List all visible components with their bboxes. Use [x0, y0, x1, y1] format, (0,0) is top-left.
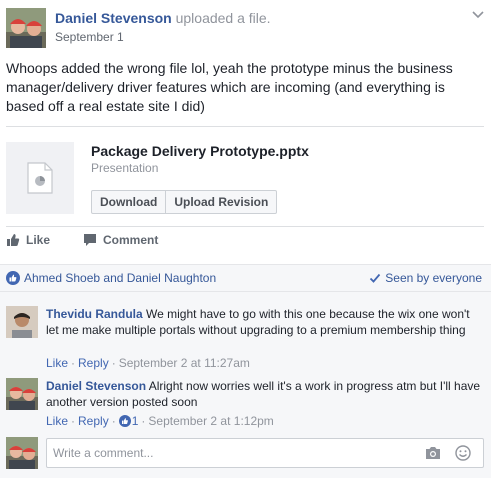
attachment-button-group: Download Upload Revision — [91, 190, 278, 214]
presentation-file-icon — [27, 162, 53, 194]
post-options-button[interactable] — [470, 6, 486, 22]
reaction-count: 1 — [131, 414, 139, 428]
comment-text: Thevidu Randula We might have to go with… — [46, 306, 482, 338]
avatar[interactable] — [6, 306, 38, 338]
post-actions: Like Comment — [6, 233, 484, 253]
post-message: Whoops added the wrong file lol, yeah th… — [6, 60, 453, 114]
avatar-photo-icon — [6, 378, 38, 410]
divider — [6, 226, 484, 227]
thumbs-up-icon — [7, 234, 20, 246]
avatar[interactable] — [6, 437, 38, 469]
comment-timestamp[interactable]: September 2 at 1:12pm — [148, 414, 273, 428]
comment-composer — [46, 438, 484, 468]
download-button[interactable]: Download — [91, 190, 167, 214]
separator: · — [71, 356, 76, 370]
comment-reply-link[interactable]: Reply — [78, 356, 109, 370]
comment-like-link[interactable]: Like — [46, 356, 68, 370]
feedback-bar: Ahmed Shoeb and Daniel Naughton Seen by … — [0, 264, 491, 292]
avatar-photo-icon — [6, 8, 46, 48]
like-reaction-icon — [118, 415, 131, 427]
comment-author[interactable]: Thevidu Randula — [46, 307, 143, 321]
separator: · — [111, 414, 116, 428]
likers-summary[interactable]: Ahmed Shoeb and Daniel Naughton — [6, 271, 216, 285]
file-attachment: Package Delivery Prototype.pptx Presenta… — [6, 141, 484, 217]
comment-button[interactable]: Comment — [83, 233, 158, 247]
seen-indicator[interactable]: Seen by everyone — [369, 271, 482, 285]
avatar[interactable] — [6, 378, 38, 410]
chevron-down-icon — [472, 11, 484, 19]
comment-input[interactable] — [53, 444, 413, 462]
comment-meta: Like · Reply · September 2 at 11:27am — [46, 356, 250, 370]
divider — [6, 126, 484, 127]
file-name[interactable]: Package Delivery Prototype.pptx — [91, 143, 309, 159]
comment-bubble-icon — [84, 234, 96, 246]
avatar-photo-icon — [6, 306, 38, 338]
avatar-photo-icon — [6, 437, 38, 469]
post-author-line: Daniel Stevenson uploaded a file. — [55, 10, 271, 26]
emoji-icon[interactable] — [455, 445, 471, 461]
comment-text: Daniel Stevenson Alright now worries wel… — [46, 378, 482, 410]
post-header: Daniel Stevenson uploaded a file. Septem… — [6, 6, 486, 48]
camera-icon[interactable] — [425, 446, 441, 460]
separator: · — [111, 356, 116, 370]
checkmark-icon — [370, 273, 381, 283]
comment-author[interactable]: Daniel Stevenson — [46, 379, 146, 393]
comment-like-link[interactable]: Like — [46, 414, 68, 428]
comment-item: Thevidu Randula We might have to go with… — [6, 306, 484, 372]
like-label: Like — [26, 233, 51, 247]
separator: · — [71, 414, 76, 428]
comment-meta: Like · Reply · 1 · September 2 at 1:12pm — [46, 414, 274, 428]
comment-item: Daniel Stevenson Alright now worries wel… — [6, 378, 484, 428]
like-reaction-icon — [6, 271, 20, 285]
separator: · — [141, 414, 146, 428]
seen-text: Seen by everyone — [385, 271, 482, 285]
comment-label: Comment — [103, 233, 159, 247]
like-button[interactable]: Like — [6, 233, 50, 247]
post-action-text: uploaded a file. — [175, 10, 271, 26]
comment-timestamp[interactable]: September 2 at 11:27am — [119, 356, 250, 370]
file-thumbnail[interactable] — [6, 142, 74, 214]
avatar[interactable] — [6, 8, 46, 48]
comment-reply-link[interactable]: Reply — [78, 414, 109, 428]
upload-revision-button[interactable]: Upload Revision — [166, 190, 278, 214]
likers-text: Ahmed Shoeb and Daniel Naughton — [24, 271, 217, 285]
comment-reaction[interactable]: 1 — [118, 414, 139, 428]
file-type: Presentation — [91, 161, 159, 175]
post-author-name[interactable]: Daniel Stevenson — [55, 10, 172, 26]
post-timestamp[interactable]: September 1 — [55, 30, 124, 44]
